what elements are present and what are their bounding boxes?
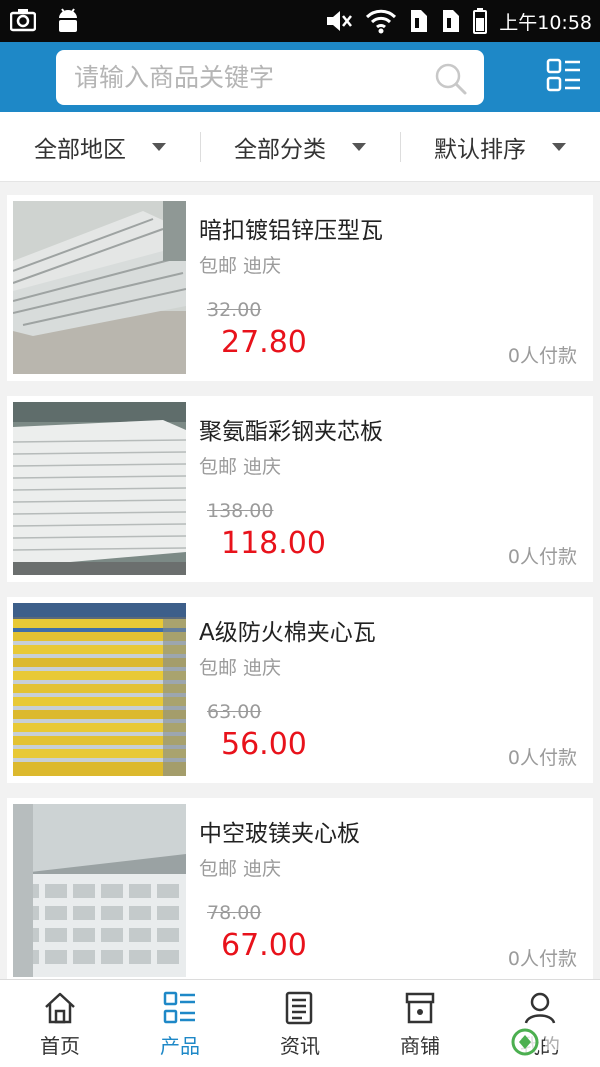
user-icon <box>524 992 556 1024</box>
paid-count: 0人付款 <box>507 948 577 970</box>
filter-sort-label: 默认排序 <box>434 136 526 163</box>
mute-icon <box>327 11 353 31</box>
product-card[interactable]: A级防火棉夹心瓦 包邮 迪庆 63.00 56.00 0人付款 <box>7 597 593 783</box>
status-time: 上午10:58 <box>499 11 592 34</box>
sale-price: 67.00 <box>221 928 307 963</box>
tab-shop-label: 商铺 <box>400 1034 440 1058</box>
news-icon <box>285 991 313 1025</box>
product-image <box>13 402 186 575</box>
product-name: 中空玻镁夹心板 <box>199 821 360 847</box>
original-price: 32.00 <box>207 299 262 321</box>
filter-region-label: 全部地区 <box>34 136 126 163</box>
search-box[interactable] <box>56 50 484 105</box>
product-name: 聚氨酯彩钢夹芯板 <box>199 419 383 445</box>
tab-news[interactable]: 资讯 <box>240 980 360 1067</box>
paid-count: 0人付款 <box>507 345 577 367</box>
app-header <box>0 42 600 112</box>
caret-down-icon <box>152 142 166 151</box>
status-bar: 上午10:58 <box>0 0 600 42</box>
product-image <box>13 804 186 977</box>
home-icon <box>45 992 75 1024</box>
filter-category[interactable]: 全部分类 <box>200 112 400 181</box>
product-name: A级防火棉夹心瓦 <box>199 620 376 646</box>
product-card[interactable]: 中空玻镁夹心板 包邮 迪庆 78.00 67.00 0人付款 <box>7 798 593 984</box>
product-shipping-location: 包邮 迪庆 <box>199 657 282 679</box>
tab-home[interactable]: 首页 <box>0 980 120 1067</box>
filter-sort[interactable]: 默认排序 <box>400 112 600 181</box>
product-card[interactable]: 聚氨酯彩钢夹芯板 包邮 迪庆 138.00 118.00 0人付款 <box>7 396 593 582</box>
product-card[interactable]: 暗扣镀铝锌压型瓦 包邮 迪庆 32.00 27.80 0人付款 <box>7 195 593 381</box>
watermark-logo <box>510 1027 593 1057</box>
product-shipping-location: 包邮 迪庆 <box>199 858 282 880</box>
search-icon[interactable] <box>434 62 468 96</box>
product-name: 暗扣镀铝锌压型瓦 <box>199 218 383 244</box>
product-list-icon <box>163 991 195 1024</box>
sim2-icon <box>443 10 460 32</box>
tab-products[interactable]: 产品 <box>120 980 240 1067</box>
product-image <box>13 603 186 776</box>
tab-news-label: 资讯 <box>280 1034 320 1058</box>
shop-icon <box>405 992 435 1024</box>
caret-down-icon <box>352 142 366 151</box>
wifi-icon <box>366 9 397 34</box>
filter-bar: 全部地区 全部分类 默认排序 <box>0 112 600 182</box>
android-icon <box>59 8 77 32</box>
original-price: 138.00 <box>207 500 274 522</box>
product-image <box>13 201 186 374</box>
filter-region[interactable]: 全部地区 <box>0 112 200 181</box>
tab-shop[interactable]: 商铺 <box>360 980 480 1067</box>
caret-down-icon <box>552 142 566 151</box>
product-shipping-location: 包邮 迪庆 <box>199 255 282 277</box>
tab-products-label: 产品 <box>160 1034 200 1058</box>
filter-category-label: 全部分类 <box>234 136 326 163</box>
sale-price: 56.00 <box>221 727 307 762</box>
battery-icon <box>473 8 488 34</box>
product-shipping-location: 包邮 迪庆 <box>199 456 282 478</box>
grid-menu-icon[interactable] <box>546 58 582 94</box>
paid-count: 0人付款 <box>507 747 577 769</box>
search-input[interactable] <box>74 50 424 105</box>
original-price: 78.00 <box>207 902 262 924</box>
sim1-icon <box>411 10 428 32</box>
sale-price: 118.00 <box>221 526 326 561</box>
paid-count: 0人付款 <box>507 546 577 568</box>
tab-home-label: 首页 <box>40 1034 80 1058</box>
sale-price: 27.80 <box>221 325 307 360</box>
original-price: 63.00 <box>207 701 262 723</box>
screenshot-icon <box>10 9 36 32</box>
